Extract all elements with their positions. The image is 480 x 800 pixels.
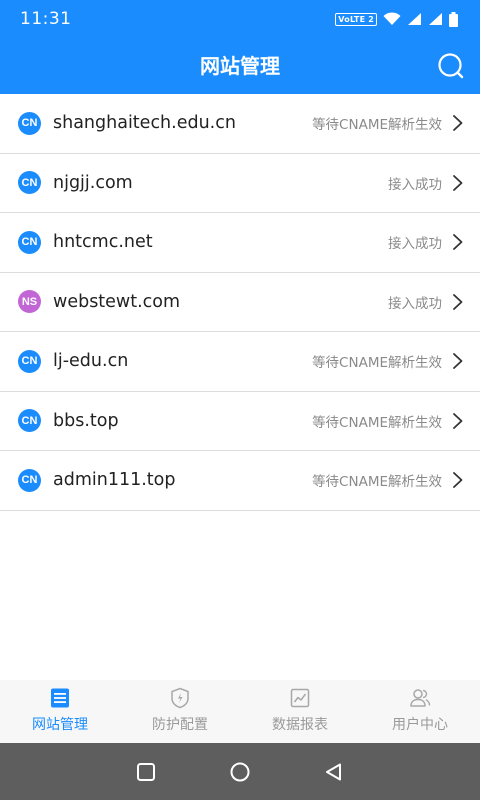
- chevron-right-icon: [453, 234, 463, 251]
- app-header: 网站管理: [0, 38, 480, 94]
- wifi-icon: [383, 12, 401, 25]
- chevron-right-icon: [453, 472, 463, 489]
- status-icons: VoLTE 2: [335, 11, 458, 27]
- site-row-admin111[interactable]: CN admin111.top 等待CNAME解析生效: [0, 451, 480, 511]
- tab-label: 防护配置: [152, 717, 208, 733]
- site-list: CN shanghaitech.edu.cn 等待CNAME解析生效 CN nj…: [0, 94, 480, 511]
- site-badge: CN: [18, 171, 41, 195]
- site-list-icon: [51, 688, 69, 708]
- recent-apps-icon[interactable]: [136, 762, 156, 782]
- site-domain: admin111.top: [53, 470, 176, 491]
- site-row-webstewt[interactable]: NS webstewt.com 接入成功: [0, 272, 480, 332]
- site-row-bbs[interactable]: CN bbs.top 等待CNAME解析生效: [0, 391, 480, 451]
- site-badge: CN: [18, 468, 41, 492]
- site-status: 等待CNAME解析生效: [312, 117, 442, 134]
- chart-report-icon: [290, 688, 310, 708]
- shield-icon: [171, 687, 189, 709]
- search-icon[interactable]: [436, 51, 466, 81]
- system-nav-bar: [0, 743, 480, 800]
- bottom-tab-bar: 网站管理 防护配置 数据报表 用户中心: [0, 680, 480, 743]
- chevron-right-icon: [453, 353, 463, 370]
- site-badge: CN: [18, 409, 41, 433]
- site-row-hntcmc[interactable]: CN hntcmc.net 接入成功: [0, 213, 480, 273]
- chevron-right-icon: [453, 293, 463, 310]
- site-badge: CN: [18, 111, 41, 135]
- chevron-right-icon: [453, 174, 463, 191]
- tab-protection-config[interactable]: 防护配置: [120, 680, 240, 743]
- site-badge: CN: [18, 230, 41, 254]
- site-status: 等待CNAME解析生效: [312, 414, 442, 431]
- volte-badge: VoLTE 2: [335, 12, 377, 26]
- app-screen: 11:31 VoLTE 2 网站管理 CN shanghaitech.edu.c…: [0, 0, 480, 800]
- tab-data-report[interactable]: 数据报表: [240, 680, 360, 743]
- site-badge: CN: [18, 349, 41, 373]
- site-domain: shanghaitech.edu.cn: [53, 113, 236, 134]
- site-domain: lj-edu.cn: [53, 351, 129, 372]
- signal-icon: [408, 13, 421, 25]
- site-badge: NS: [18, 290, 41, 314]
- tab-label: 数据报表: [272, 717, 328, 733]
- tab-label: 用户中心: [392, 717, 448, 733]
- signal-icon-2: [429, 13, 442, 25]
- site-row-njgjj[interactable]: CN njgjj.com 接入成功: [0, 153, 480, 213]
- tab-site-management[interactable]: 网站管理: [0, 680, 120, 743]
- chevron-right-icon: [453, 412, 463, 429]
- back-icon[interactable]: [324, 762, 344, 782]
- tab-label: 网站管理: [32, 717, 88, 733]
- tab-user-center[interactable]: 用户中心: [360, 680, 480, 743]
- page-title: 网站管理: [200, 54, 280, 78]
- site-domain: bbs.top: [53, 410, 119, 431]
- site-status: 接入成功: [388, 236, 442, 253]
- status-time: 11:31: [20, 9, 72, 29]
- site-row-shanghaitech[interactable]: CN shanghaitech.edu.cn 等待CNAME解析生效: [0, 94, 480, 154]
- user-icon: [410, 689, 431, 707]
- site-row-lj-edu[interactable]: CN lj-edu.cn 等待CNAME解析生效: [0, 332, 480, 392]
- site-domain: webstewt.com: [53, 291, 181, 312]
- site-status: 等待CNAME解析生效: [312, 474, 442, 491]
- site-domain: hntcmc.net: [53, 232, 153, 253]
- site-status: 等待CNAME解析生效: [312, 355, 442, 372]
- status-bar: 11:31 VoLTE 2: [0, 0, 480, 38]
- site-status: 接入成功: [388, 295, 442, 312]
- site-status: 接入成功: [388, 176, 442, 193]
- home-icon[interactable]: [229, 761, 251, 783]
- battery-icon: [449, 11, 458, 27]
- chevron-right-icon: [453, 115, 463, 132]
- site-domain: njgjj.com: [53, 172, 133, 193]
